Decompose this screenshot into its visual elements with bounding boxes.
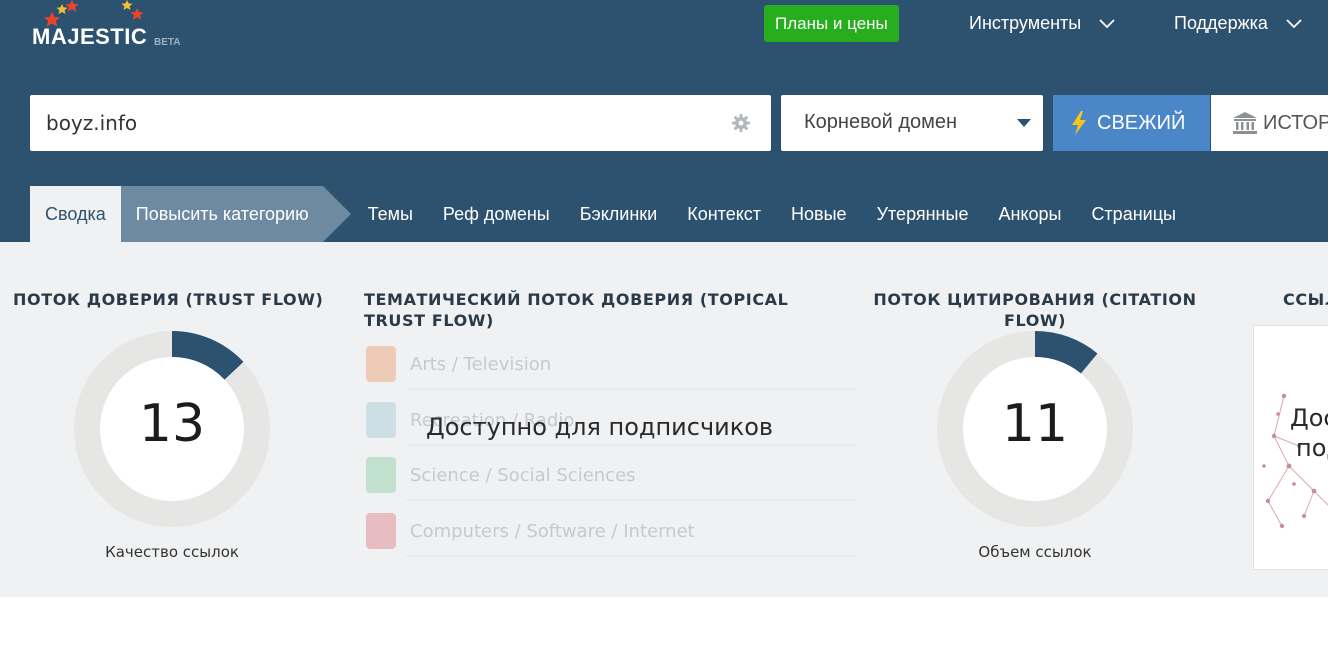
historic-index-button[interactable]: ИСТОР [1211,95,1328,151]
caret-down-icon [1017,119,1031,127]
link-profile-notice-line1: Дос [1290,404,1328,432]
nav-support[interactable]: Поддержка [1174,13,1302,34]
lightning-icon [1072,111,1086,135]
nav-tools-label: Инструменты [969,13,1082,33]
tab-bar: Сводка Повысить категорию Темы Реф домен… [30,186,1191,242]
topic-swatch [366,513,396,549]
link-profile-panel: Дос под [1253,325,1328,570]
tab-upgrade[interactable]: Повысить категорию [120,186,351,242]
scope-select-value: Корневой домен [804,111,958,133]
topic-bar [406,499,856,501]
tab-topics[interactable]: Темы [353,186,428,242]
topic-row: Computers / Software / Internet [360,505,856,557]
nav-tools[interactable]: Инструменты [969,13,1115,34]
topic-swatch [366,457,396,493]
plans-pricing-button[interactable]: Планы и цены [764,5,899,42]
topical-title-line2: TRUST FLOW) [364,311,494,330]
citation-flow-title: ПОТОК ЦИТИРОВАНИЯ (CITATION FLOW) [848,289,1222,331]
topic-bar [406,555,856,557]
historic-index-label: ИСТОР [1263,111,1328,134]
citation-title-line2: FLOW) [1003,311,1067,330]
fresh-index-button[interactable]: СВЕЖИЙ [1053,95,1210,151]
tab-ref-domains[interactable]: Реф домены [428,186,565,242]
beta-badge: BETA [154,37,181,48]
topic-bar [406,444,856,446]
tab-lost[interactable]: Утерянные [862,186,984,242]
topical-trust-flow-title: ТЕМАТИЧЕСКИЙ ПОТОК ДОВЕРИЯ (TOPICAL TRUS… [364,289,844,331]
tab-summary[interactable]: Сводка [30,186,121,242]
topic-label: Science / Social Sciences [410,464,636,486]
citation-flow-value: 11 [1001,394,1069,454]
tab-context[interactable]: Контекст [672,186,776,242]
trust-flow-title: ПОТОК ДОВЕРИЯ (TRUST FLOW) [13,290,324,309]
tab-backlinks[interactable]: Бэклинки [565,186,673,242]
scope-select[interactable]: Корневой домен [781,95,1043,151]
topic-row: Science / Social Sciences [360,449,856,501]
topic-bar [406,388,856,390]
trust-flow-caption: Качество ссылок [105,543,239,561]
topic-swatch [366,346,396,382]
link-profile-title: ССЫЛ [1283,290,1328,309]
gear-icon[interactable] [731,113,751,133]
search-box [30,95,771,151]
tab-new[interactable]: Новые [776,186,862,242]
chevron-down-icon [1099,18,1115,28]
citation-title-line1: ПОТОК ЦИТИРОВАНИЯ (CITATION [873,290,1197,309]
tab-anchors[interactable]: Анкоры [983,186,1076,242]
topic-row: Arts / Television [360,338,856,390]
topic-label: Arts / Television [410,353,552,375]
bank-icon [1233,112,1257,134]
header: MAJESTIC BETA Планы и цены Инструменты П… [0,0,1328,242]
citation-flow-caption: Объем ссылок [978,543,1092,561]
topical-title-line1: ТЕМАТИЧЕСКИЙ ПОТОК ДОВЕРИЯ (TOPICAL [364,290,789,309]
topic-swatch [366,402,396,438]
link-profile-notice-line2: под [1296,434,1328,462]
tab-pages[interactable]: Страницы [1076,186,1191,242]
fresh-index-label: СВЕЖИЙ [1097,111,1186,134]
topic-list: Arts / Television Recreation / Radio Sci… [360,336,860,566]
nav-support-label: Поддержка [1174,13,1268,33]
chevron-down-icon [1286,18,1302,28]
subscribers-only-notice: Доступно для подписчиков [426,413,774,441]
logo-text: MAJESTIC [32,24,148,49]
search-input[interactable] [46,95,726,151]
topic-label: Computers / Software / Internet [410,520,695,542]
majestic-logo[interactable]: MAJESTIC BETA [32,0,212,60]
trust-flow-value: 13 [138,394,206,454]
